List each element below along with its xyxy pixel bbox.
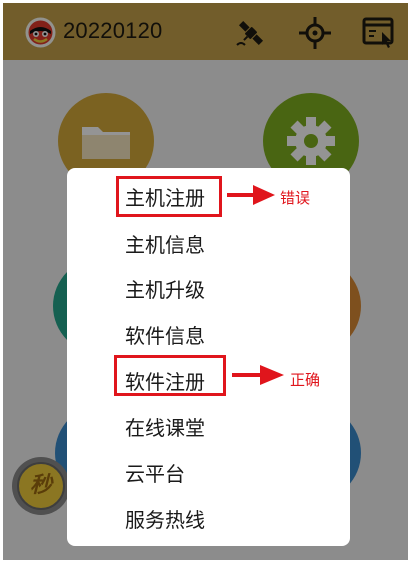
menu-item-online-class[interactable]: 在线课堂 [125, 410, 205, 446]
menu-item-host-upgrade[interactable]: 主机升级 [125, 272, 205, 308]
menu-item-host-info[interactable]: 主机信息 [125, 227, 205, 263]
arrow-correct [232, 365, 284, 385]
app-screen: 20220120 秒 主机注册 主机信息 主机升级 软件信息 软件注册 在线课堂… [3, 3, 408, 560]
menu-item-software-info[interactable]: 软件信息 [125, 318, 205, 354]
arrow-wrong [227, 185, 275, 205]
menu-item-cloud-platform[interactable]: 云平台 [125, 456, 185, 492]
highlight-box-correct [114, 355, 226, 396]
highlight-box-wrong [116, 176, 222, 217]
note-wrong: 错误 [280, 189, 311, 207]
menu-item-service-hotline[interactable]: 服务热线 [125, 502, 205, 538]
note-correct: 正确 [290, 371, 321, 389]
